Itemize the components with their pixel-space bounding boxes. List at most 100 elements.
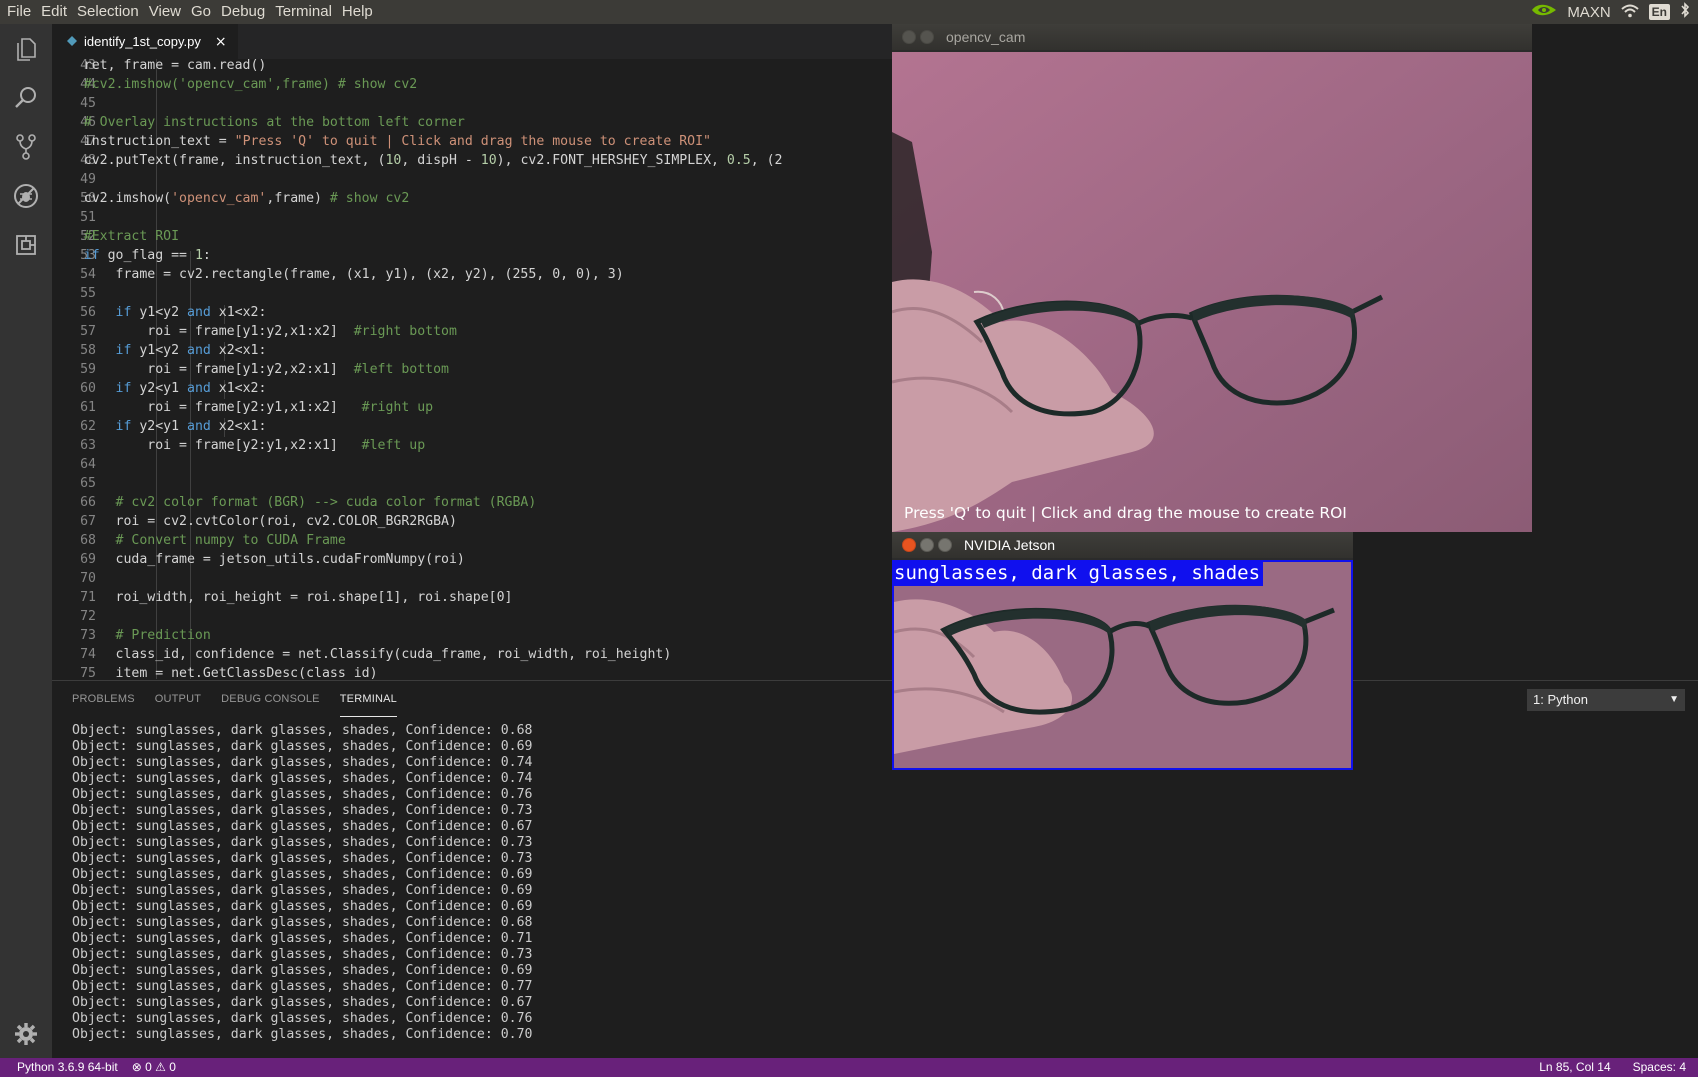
menu-bar: File Edit Selection View Go Debug Termin…	[0, 0, 1698, 24]
code-text: frame = cv2.rectangle(frame, (x1, y1), (…	[52, 267, 624, 282]
code-text: ,frame)	[266, 191, 330, 206]
code-line: 73 # Prediction	[52, 626, 892, 645]
problems-indicator[interactable]: ⊗ 0 ⚠ 0	[132, 1058, 176, 1077]
code-text: , dispH -	[401, 153, 481, 168]
terminal-line: Object: sunglasses, dark glasses, shades…	[72, 787, 533, 802]
terminal-line: Object: sunglasses, dark glasses, shades…	[72, 1011, 533, 1026]
code-text: #cv2.imshow('opencv_cam',frame) # show c…	[52, 77, 418, 92]
code-text: roi = frame[y1:y2,x2:x1]	[52, 362, 354, 377]
camera-feed[interactable]: Press 'Q' to quit | Click and drag the m…	[892, 52, 1532, 532]
window-title: opencv_cam	[946, 29, 1026, 45]
terminal-line: Object: sunglasses, dark glasses, shades…	[72, 899, 533, 914]
code-text: if y1<y2 and x1<x2:	[115, 305, 267, 320]
activity-bar	[0, 24, 52, 1058]
bluetooth-icon[interactable]	[1680, 2, 1690, 22]
wifi-icon[interactable]	[1620, 3, 1639, 22]
terminal-line: Object: sunglasses, dark glasses, shades…	[72, 755, 533, 770]
code-line: 48 cv2.putText(frame, instruction_text, …	[52, 151, 892, 170]
window-titlebar[interactable]: NVIDIA Jetson	[892, 532, 1353, 558]
editor-tab[interactable]: identify_1st_copy.py ×	[52, 24, 238, 59]
terminal-line: Object: sunglasses, dark glasses, shades…	[72, 995, 533, 1010]
python-interpreter[interactable]: Python 3.6.9 64-bit	[17, 1058, 118, 1077]
menu-selection[interactable]: Selection	[72, 0, 144, 24]
menu-file[interactable]: File	[0, 0, 36, 24]
code-text: roi = cv2.cvtColor(roi, cv2.COLOR_BGR2RG…	[52, 514, 457, 529]
close-icon[interactable]	[902, 30, 916, 44]
code-text: if y1<y2 and x2<x1:	[115, 343, 267, 358]
classification-view[interactable]: sunglasses, dark glasses, shades	[892, 560, 1353, 770]
tab-filename: identify_1st_copy.py	[84, 34, 201, 49]
classification-label: sunglasses, dark glasses, shades	[894, 562, 1264, 586]
cursor-position[interactable]: Ln 85, Col 14	[1539, 1058, 1610, 1077]
opencv-window: opencv_cam Press 'Q' to quit | Click and…	[892, 24, 1532, 532]
tab-terminal[interactable]: TERMINAL	[339, 681, 397, 717]
language-indicator[interactable]: En	[1648, 4, 1670, 20]
minimize-icon[interactable]	[920, 30, 934, 44]
code-text: if y2<y1 and x2<x1:	[115, 419, 267, 434]
code-text: cuda_frame = jetson_utils.cudaFromNumpy(…	[52, 552, 465, 567]
code-line: 65	[52, 474, 892, 493]
code-number: 10	[480, 153, 497, 168]
gear-icon[interactable]	[0, 1010, 52, 1058]
code-line: 57 roi = frame[y1:y2,x1:x2] #right botto…	[52, 322, 892, 341]
error-count: 0	[145, 1060, 152, 1074]
code-line: 70	[52, 569, 892, 588]
tab-debug-console[interactable]: DEBUG CONSOLE	[221, 681, 320, 717]
maximize-icon[interactable]	[938, 538, 952, 552]
indentation[interactable]: Spaces: 4	[1633, 1058, 1686, 1077]
extensions-icon[interactable]	[0, 221, 52, 269]
code-number: 0.5	[726, 153, 751, 168]
terminal-select[interactable]: 1: Python ▼	[1527, 689, 1685, 711]
line-number: 70	[80, 571, 96, 586]
source-control-icon[interactable]	[0, 123, 52, 171]
terminal-line: Object: sunglasses, dark glasses, shades…	[72, 915, 533, 930]
code-line: 71 roi_width, roi_height = roi.shape[1],…	[52, 588, 892, 607]
search-icon[interactable]	[0, 74, 52, 122]
code-line: 50 cv2.imshow('opencv_cam',frame) # show…	[52, 189, 892, 208]
code-comment: #right up	[361, 400, 434, 415]
python-file-icon	[66, 32, 78, 51]
power-mode[interactable]: MAXN	[1567, 4, 1610, 21]
debug-icon[interactable]	[0, 172, 52, 220]
tab-problems[interactable]: PROBLEMS	[72, 681, 135, 717]
error-icon: ⊗	[131, 1060, 142, 1074]
code-line: 46 # Overlay instructions at the bottom …	[52, 113, 892, 132]
files-icon[interactable]	[0, 25, 52, 73]
tab-close-icon[interactable]: ×	[215, 34, 227, 50]
terminal-output[interactable]: Object: sunglasses, dark glasses, shades…	[72, 723, 972, 1043]
tab-output[interactable]: OUTPUT	[155, 681, 201, 717]
code-line: 62 if y2<y1 and x2<x1:	[52, 417, 892, 436]
code-string: "Press 'Q' to quit | Click and drag the …	[234, 134, 711, 149]
menu-view[interactable]: View	[144, 0, 186, 24]
code-line: 58 if y1<y2 and x2<x1:	[52, 341, 892, 360]
code-editor[interactable]: 43 ret, frame = cam.read() 44 #cv2.imsho…	[52, 59, 892, 679]
code-line: 47 instruction_text = "Press 'Q' to quit…	[52, 132, 892, 151]
code-text: # Overlay instructions at the bottom lef…	[52, 115, 465, 130]
menu-debug[interactable]: Debug	[216, 0, 270, 24]
menu-help[interactable]: Help	[337, 0, 378, 24]
chevron-down-icon: ▼	[1669, 694, 1679, 705]
terminal-line: Object: sunglasses, dark glasses, shades…	[72, 979, 533, 994]
code-text: cv2.putText(frame, instruction_text, (	[52, 153, 386, 168]
menu-edit[interactable]: Edit	[36, 0, 72, 24]
system-tray: MAXN En	[1531, 0, 1698, 24]
code-comment: #left bottom	[353, 362, 449, 377]
code-text: ret, frame = cam.read()	[52, 59, 267, 73]
terminal-line: Object: sunglasses, dark glasses, shades…	[72, 835, 533, 850]
line-number: 51	[80, 210, 96, 225]
code-text: :	[202, 248, 211, 263]
code-text: instruction_text =	[52, 134, 235, 149]
minimize-icon[interactable]	[920, 538, 934, 552]
code-line: 53 if go_flag == 1:	[52, 246, 892, 265]
code-line: 60 if y2<y1 and x1<x2:	[52, 379, 892, 398]
editor-tab-bar: identify_1st_copy.py ×	[52, 24, 892, 59]
menu-go[interactable]: Go	[186, 0, 216, 24]
terminal-line: Object: sunglasses, dark glasses, shades…	[72, 883, 533, 898]
nvidia-icon[interactable]	[1531, 2, 1557, 22]
code-text: if y2<y1 and x1<x2:	[115, 381, 267, 396]
window-titlebar[interactable]: opencv_cam	[892, 24, 1532, 50]
code-line: 51	[52, 208, 892, 227]
line-number: 65	[80, 476, 96, 491]
close-icon[interactable]	[902, 538, 916, 552]
menu-terminal[interactable]: Terminal	[270, 0, 337, 24]
